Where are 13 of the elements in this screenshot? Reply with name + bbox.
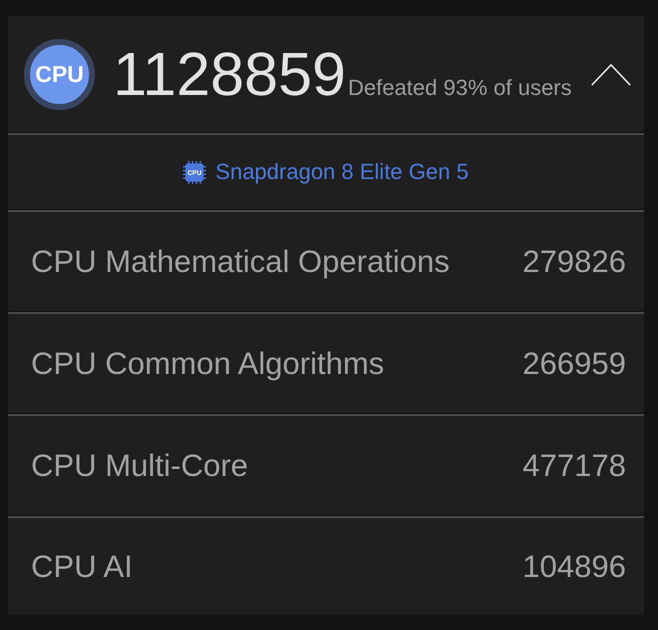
subscore-label: CPU Common Algorithms [31, 346, 384, 382]
subscore-value: 104896 [522, 548, 626, 584]
subscore-label: CPU AI [31, 548, 133, 584]
cpu-badge: CPU [24, 38, 95, 110]
subscore-value: 279826 [522, 244, 626, 280]
subscore-value: 477178 [522, 448, 626, 484]
subscore-label: CPU Mathematical Operations [31, 244, 450, 280]
subscore-value: 266959 [522, 346, 626, 382]
processor-link[interactable]: Snapdragon 8 Elite Gen 5 [215, 159, 469, 185]
chevron-icon[interactable] [590, 62, 632, 86]
subscore-label: CPU Multi-Core [31, 448, 248, 484]
rank-text: Defeated 93% of users [348, 74, 572, 100]
total-score: 1128859 [113, 44, 346, 104]
